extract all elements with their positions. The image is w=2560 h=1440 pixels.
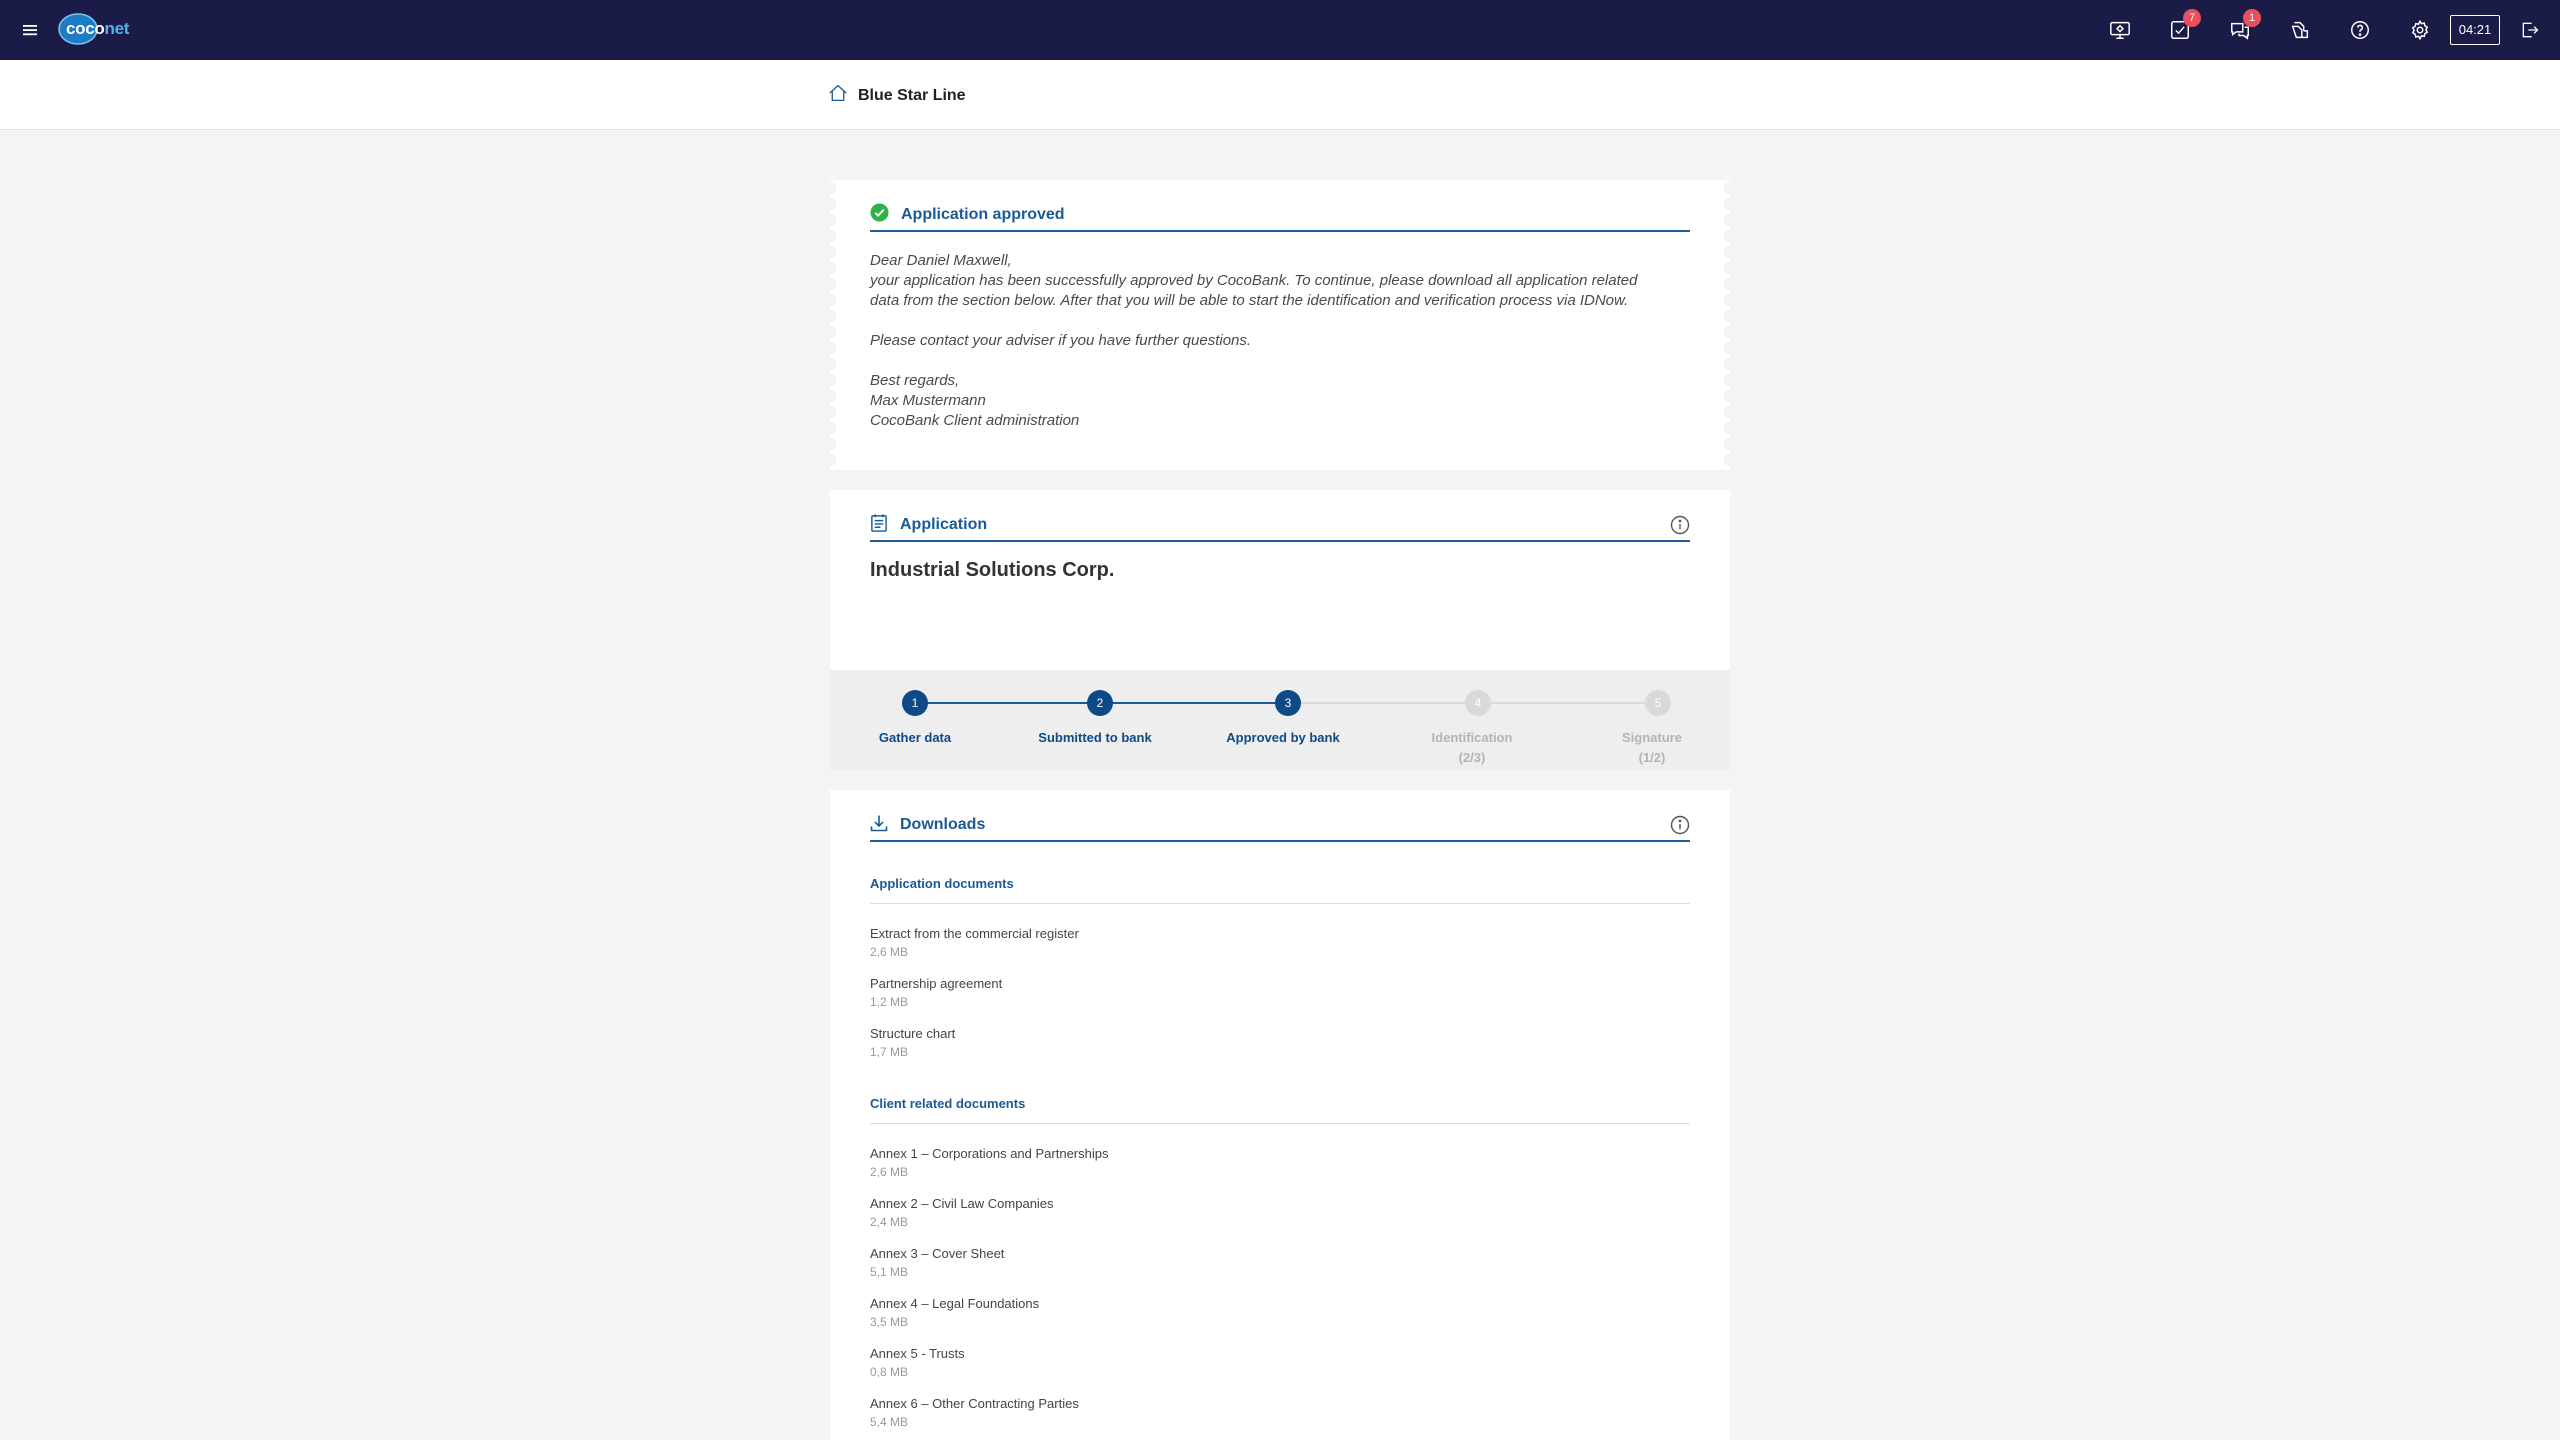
- download-item[interactable]: Annex 4 – Legal Foundations 3,5 MB: [870, 1295, 1570, 1331]
- document-name[interactable]: Annex 5 - Trusts: [870, 1345, 1570, 1363]
- step-label-text: Identification: [1431, 730, 1513, 745]
- logo-text-coco: coco: [66, 19, 105, 38]
- download-item[interactable]: Annex 1 – Corporations and Partnerships …: [870, 1145, 1570, 1181]
- task-check-icon[interactable]: 7: [2167, 9, 2201, 43]
- help-icon[interactable]: [2347, 17, 2373, 43]
- handshake-icon[interactable]: [2287, 17, 2313, 43]
- logo-text-net: net: [104, 19, 130, 38]
- letter-line: Please contact your adviser if you have …: [870, 332, 1252, 349]
- step-label: Submitted to bank: [1038, 730, 1152, 745]
- downloads-card: Downloads Application documents Extract …: [830, 790, 1730, 1440]
- step-number: 2: [1087, 690, 1113, 716]
- task-count-badge: 7: [2183, 9, 2201, 27]
- application-header: Application: [870, 510, 1690, 542]
- coconet-logo[interactable]: coconet: [58, 12, 130, 46]
- file-size: 0,8 MB: [870, 1365, 909, 1379]
- step-label-text: Signature: [1622, 730, 1682, 745]
- application-card: Application Industrial Solutions Corp. 1…: [830, 490, 1730, 770]
- download-item[interactable]: Extract from the commercial register 2,6…: [870, 925, 1570, 961]
- step-sublabel: (1/2): [1638, 750, 1666, 765]
- file-size: 1,7 MB: [870, 1045, 909, 1059]
- file-size: 5,1 MB: [870, 1265, 909, 1279]
- home-icon[interactable]: [828, 84, 848, 107]
- letter-department: CocoBank Client administration: [870, 412, 1080, 429]
- session-timer: 04:21: [2450, 15, 2500, 45]
- document-name[interactable]: Annex 1 – Corporations and Partnerships: [870, 1145, 1570, 1163]
- document-name[interactable]: Partnership agreement: [870, 975, 1570, 993]
- letter-line: your application has been successfully a…: [870, 272, 1638, 289]
- document-name[interactable]: Annex 4 – Legal Foundations: [870, 1295, 1570, 1313]
- letter-closing: Best regards,: [870, 372, 960, 389]
- progress-stepper: 1 Gather data 2 Submitted to bank 3 Appr…: [830, 670, 1730, 770]
- step-number: 5: [1645, 690, 1671, 716]
- client-documents-heading: Client related documents: [870, 1096, 1690, 1124]
- breadcrumb-current[interactable]: Blue Star Line: [858, 87, 966, 105]
- letter-greeting: Dear Daniel Maxwell,: [870, 252, 1012, 269]
- step-label: Signature (1/2): [1567, 728, 1737, 768]
- application-title: Application: [900, 516, 988, 533]
- step-label: Approved by bank: [1226, 730, 1340, 745]
- file-size: 2,6 MB: [870, 1165, 909, 1179]
- company-name: Industrial Solutions Corp.: [870, 559, 1115, 581]
- document-name[interactable]: Extract from the commercial register: [870, 925, 1570, 943]
- step-connector: [1476, 702, 1656, 704]
- chat-count-badge: 1: [2243, 9, 2261, 27]
- download-item[interactable]: Partnership agreement 1,2 MB: [870, 975, 1570, 1011]
- download-item[interactable]: Annex 3 – Cover Sheet 5,1 MB: [870, 1245, 1570, 1281]
- step-connector: [1286, 702, 1476, 704]
- step-sublabel: (2/3): [1458, 750, 1486, 765]
- document-name[interactable]: Annex 3 – Cover Sheet: [870, 1245, 1570, 1263]
- letter-line: data from the section below. After that …: [870, 292, 1629, 309]
- file-size: 2,4 MB: [870, 1215, 909, 1229]
- step-connector: [1100, 702, 1286, 704]
- application-approved-card: Application approved Dear Daniel Maxwell…: [830, 180, 1730, 470]
- check-circle-icon: [870, 203, 889, 227]
- logout-icon[interactable]: [2517, 17, 2543, 43]
- breadcrumb: Blue Star Line: [0, 60, 2560, 130]
- step-number: 4: [1465, 690, 1491, 716]
- file-size: 3,5 MB: [870, 1315, 909, 1329]
- letter-signer: Max Mustermann: [870, 392, 986, 409]
- download-icon: [870, 814, 888, 837]
- download-item[interactable]: Annex 2 – Civil Law Companies 2,4 MB: [870, 1195, 1570, 1231]
- downloads-title: Downloads: [900, 816, 986, 833]
- download-item[interactable]: Annex 5 - Trusts 0,8 MB: [870, 1345, 1570, 1381]
- top-navigation-bar: coconet 7 1 04:21: [0, 0, 2560, 60]
- file-size: 1,2 MB: [870, 995, 909, 1009]
- chat-icon[interactable]: 1: [2227, 9, 2261, 43]
- approval-letter: Dear Daniel Maxwell, your application ha…: [870, 251, 1690, 431]
- download-item[interactable]: Annex 6 – Other Contracting Parties 5,4 …: [870, 1395, 1570, 1431]
- step-connector: [910, 702, 1100, 704]
- downloads-header: Downloads: [870, 810, 1690, 842]
- info-icon[interactable]: [1670, 515, 1690, 540]
- approved-header: Application approved: [870, 200, 1690, 232]
- file-size: 2,6 MB: [870, 945, 909, 959]
- file-size: 5,4 MB: [870, 1415, 909, 1429]
- step-label: Identification (2/3): [1387, 728, 1557, 768]
- menu-icon[interactable]: [18, 18, 42, 42]
- approved-title: Application approved: [901, 206, 1065, 223]
- download-item[interactable]: Structure chart 1,7 MB: [870, 1025, 1570, 1061]
- document-name[interactable]: Structure chart: [870, 1025, 1570, 1043]
- document-name[interactable]: Annex 2 – Civil Law Companies: [870, 1195, 1570, 1213]
- step-number: 1: [902, 690, 928, 716]
- settings-icon[interactable]: [2407, 17, 2433, 43]
- info-icon[interactable]: [1670, 815, 1690, 840]
- application-documents-heading: Application documents: [870, 876, 1690, 904]
- step-number: 3: [1275, 690, 1301, 716]
- clipboard-icon: [870, 513, 888, 537]
- monitor-gear-icon[interactable]: [2107, 17, 2133, 43]
- document-name[interactable]: Annex 6 – Other Contracting Parties: [870, 1395, 1570, 1413]
- step-label: Gather data: [878, 730, 952, 745]
